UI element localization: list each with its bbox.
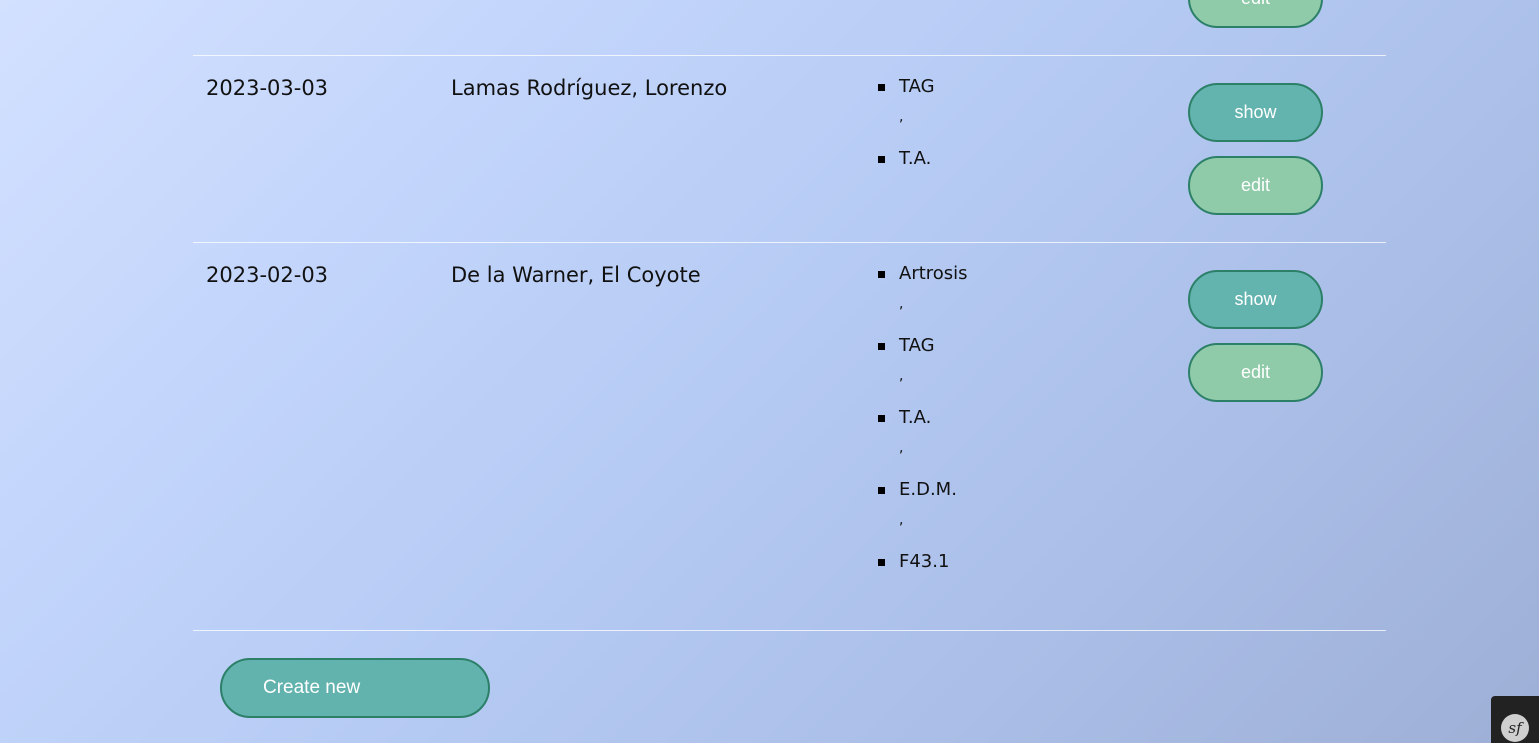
diagnosis-list: Artrosis , TAG , T.A. , E.D.M. , F43.1 bbox=[877, 261, 968, 621]
separator: , bbox=[899, 109, 904, 125]
date-cell: 2023-03-03 bbox=[206, 76, 329, 100]
patient-cell: Lamas Rodríguez, Lorenzo bbox=[451, 76, 728, 100]
edit-button-label: edit bbox=[1240, 362, 1271, 382]
patient-cell: De la Warner, El Coyote bbox=[451, 263, 701, 287]
diagnosis-label: T.A. bbox=[899, 407, 932, 428]
bullet-icon bbox=[878, 343, 885, 350]
debug-toolbar-toggle[interactable]: sf bbox=[1491, 696, 1539, 743]
row-divider bbox=[193, 630, 1386, 631]
diagnosis-label: E.D.M. bbox=[899, 479, 957, 500]
list-item: TAG , bbox=[877, 333, 968, 405]
diagnosis-label: F43.1 bbox=[899, 551, 950, 572]
bullet-icon bbox=[878, 84, 885, 91]
show-button-label: show bbox=[1234, 289, 1277, 309]
row-divider bbox=[193, 55, 1386, 56]
bullet-icon bbox=[878, 156, 885, 163]
bullet-icon bbox=[878, 415, 885, 422]
edit-button-row-2[interactable]: edit bbox=[1188, 343, 1323, 402]
separator: , bbox=[899, 368, 904, 384]
edit-button-row-1[interactable]: edit bbox=[1188, 156, 1323, 215]
list-item: F43.1 bbox=[877, 549, 968, 621]
create-new-label: Create new bbox=[263, 677, 361, 698]
edit-button-row-0[interactable]: edit bbox=[1188, 0, 1323, 28]
list-item: TAG , bbox=[877, 74, 935, 146]
create-new-button[interactable]: Create new bbox=[220, 658, 490, 718]
show-button-row-1[interactable]: show bbox=[1188, 83, 1323, 142]
bullet-icon bbox=[878, 559, 885, 566]
edit-button-label: edit bbox=[1240, 175, 1271, 195]
symfony-logo-text: sf bbox=[1508, 719, 1522, 737]
list-item: T.A. bbox=[877, 146, 935, 218]
symfony-icon: sf bbox=[1501, 714, 1529, 742]
bullet-icon bbox=[878, 487, 885, 494]
edit-button-label: edit bbox=[1241, 0, 1270, 9]
date-cell: 2023-02-03 bbox=[206, 263, 329, 287]
list-item: Artrosis , bbox=[877, 261, 968, 333]
diagnosis-label: Artrosis bbox=[899, 263, 968, 284]
list-item: T.A. , bbox=[877, 405, 968, 477]
separator: , bbox=[899, 512, 904, 528]
diagnosis-list: TAG , T.A. bbox=[877, 74, 935, 218]
separator: , bbox=[899, 296, 904, 312]
list-item: E.D.M. , bbox=[877, 477, 968, 549]
diagnosis-label: T.A. bbox=[899, 148, 932, 169]
separator: , bbox=[899, 440, 904, 456]
row-divider bbox=[193, 242, 1386, 243]
show-button-row-2[interactable]: show bbox=[1188, 270, 1323, 329]
bullet-icon bbox=[878, 271, 885, 278]
diagnosis-label: TAG bbox=[899, 76, 935, 97]
show-button-label: show bbox=[1234, 102, 1277, 122]
diagnosis-label: TAG bbox=[899, 335, 935, 356]
